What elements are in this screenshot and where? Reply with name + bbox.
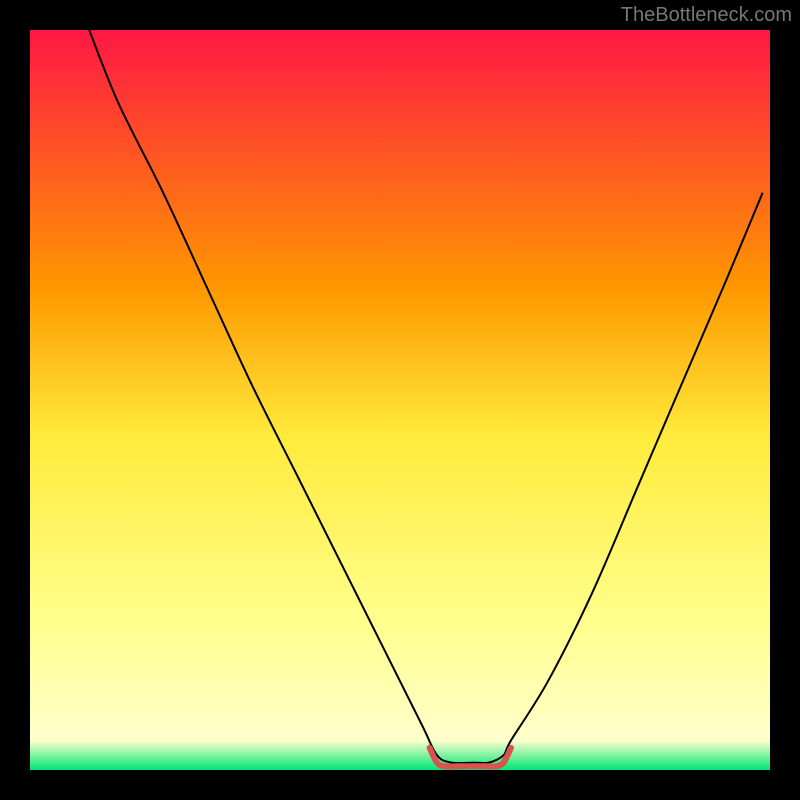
plot-background: [30, 30, 770, 770]
chart-container: TheBottleneck.com: [0, 0, 800, 800]
bottleneck-chart: [0, 0, 800, 800]
watermark-text: TheBottleneck.com: [621, 4, 792, 27]
